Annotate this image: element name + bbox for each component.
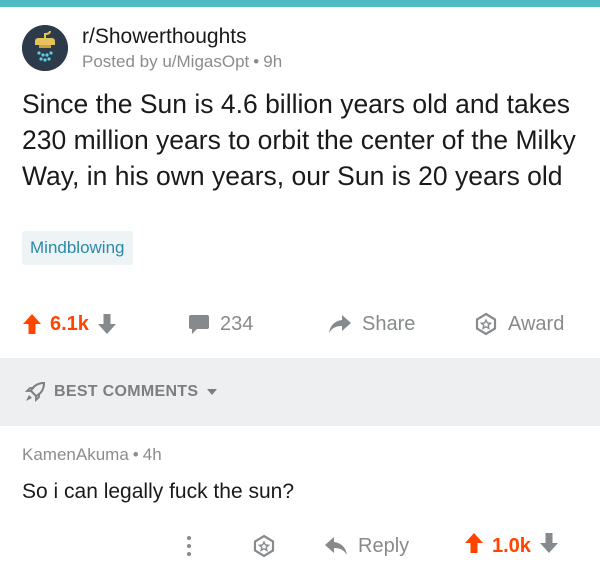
comment-vote-group: 1.0k <box>464 528 559 564</box>
meta-separator: • <box>253 51 260 71</box>
vote-group: 6.1k <box>22 304 117 344</box>
rocket-icon <box>24 381 46 403</box>
comment-award-button[interactable] <box>252 528 276 564</box>
comment-meta: KamenAkuma • 4h <box>22 444 162 466</box>
award-badge-icon <box>475 312 497 336</box>
share-label: Share <box>362 312 416 335</box>
post-flair[interactable]: Mindblowing <box>22 231 133 265</box>
reply-arrow-icon <box>325 537 347 555</box>
showerhead-lightbulb-icon <box>22 25 68 71</box>
reply-label: Reply <box>358 534 410 557</box>
comment-more-button[interactable] <box>186 528 192 564</box>
chevron-down-icon <box>207 389 218 395</box>
award-badge-icon <box>253 534 275 558</box>
award-label: Award <box>508 312 565 335</box>
post-meta: Posted by u/MigasOpt • 9h <box>82 51 282 73</box>
comment-age: 4h <box>142 445 162 464</box>
post-header: r/Showerthoughts Posted by u/MigasOpt • 9h <box>22 20 282 76</box>
comment-action-bar: Reply 1.0k <box>0 528 600 564</box>
comment-upvote-button[interactable] <box>464 532 484 560</box>
comments-button[interactable]: 234 <box>188 304 253 344</box>
downvote-arrow-icon <box>539 533 558 553</box>
upvote-button[interactable] <box>22 313 42 335</box>
comment-body: So i can legally fuck the sun? <box>22 480 294 503</box>
posted-by-prefix: Posted by <box>82 51 158 71</box>
share-arrow-icon <box>329 315 351 333</box>
comment-bubble-icon <box>189 315 209 334</box>
downvote-button[interactable] <box>97 313 117 335</box>
comment-meta-separator: • <box>132 445 139 464</box>
more-vertical-icon <box>187 536 191 556</box>
comment-reply-button[interactable]: Reply <box>324 528 409 564</box>
comment-sort-label: BEST COMMENTS <box>54 383 199 400</box>
comment-downvote-button[interactable] <box>539 532 559 560</box>
post-header-text: r/Showerthoughts Posted by u/MigasOpt • 9h <box>82 24 282 73</box>
subreddit-name[interactable]: r/Showerthoughts <box>82 24 282 50</box>
post-author[interactable]: u/MigasOpt <box>162 52 249 71</box>
post-score: 6.1k <box>50 312 89 335</box>
downvote-arrow-icon <box>97 314 116 334</box>
upvote-arrow-icon <box>23 314 41 334</box>
award-button[interactable]: Award <box>474 304 564 344</box>
subreddit-avatar[interactable] <box>22 25 68 71</box>
comment-score: 1.0k <box>492 534 531 557</box>
upvote-arrow-icon <box>465 533 483 553</box>
comments-count: 234 <box>220 312 254 335</box>
post-title[interactable]: Since the Sun is 4.6 billion years old a… <box>22 86 587 194</box>
post-action-bar: 6.1k 234 Share Award <box>0 304 600 344</box>
share-button[interactable]: Share <box>328 304 415 344</box>
comment-sort-bar[interactable]: BEST COMMENTS <box>0 358 600 426</box>
post-age: 9h <box>263 51 283 71</box>
comment-author[interactable]: KamenAkuma <box>22 445 129 464</box>
top-accent-bar <box>0 0 600 7</box>
